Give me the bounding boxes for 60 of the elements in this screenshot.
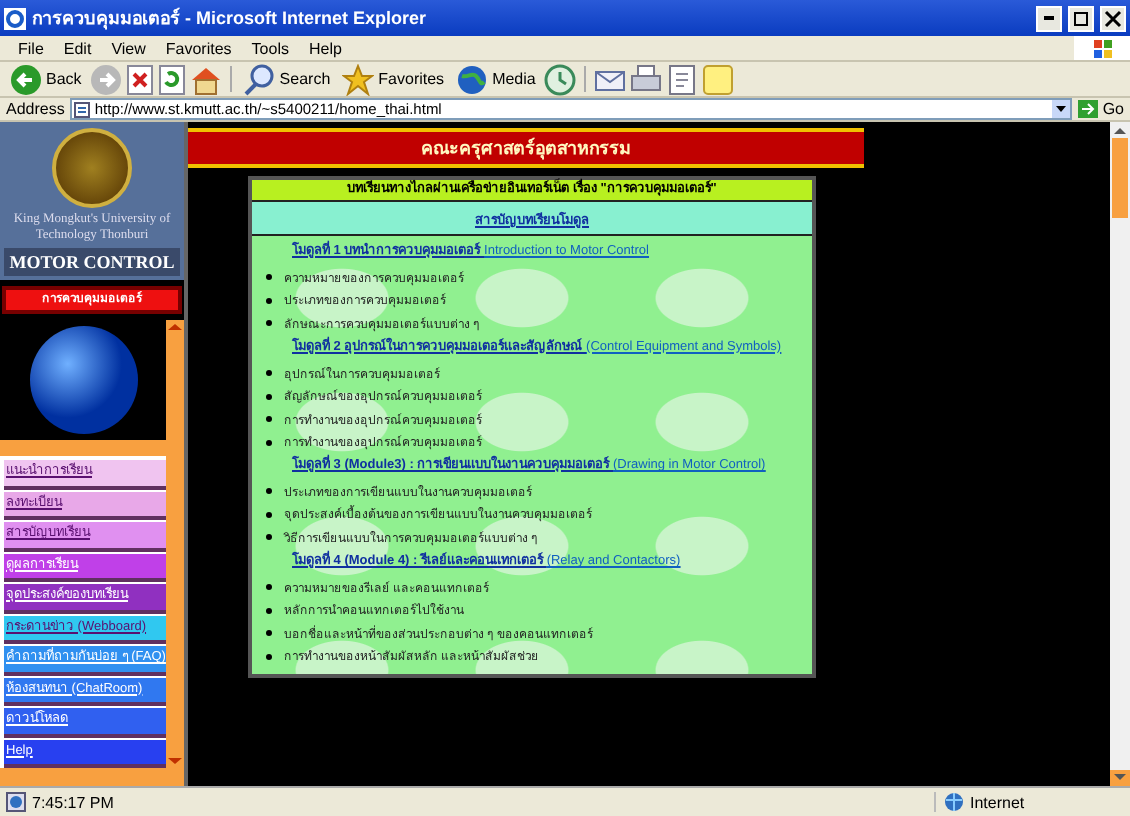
star-icon	[342, 63, 375, 95]
caret-icon	[1056, 106, 1067, 112]
globe-icon	[456, 63, 489, 95]
bullet-icon	[266, 584, 272, 591]
seal-emblem	[52, 128, 132, 208]
note-icon[interactable]	[701, 63, 734, 95]
page-icon	[74, 101, 91, 117]
bullet-icon	[266, 393, 272, 400]
refresh-icon[interactable]	[157, 63, 186, 95]
bullet-icon	[266, 274, 272, 281]
search-icon	[243, 63, 276, 95]
scrollbar-thumb[interactable]	[1112, 138, 1128, 218]
bullet-icon	[266, 320, 272, 327]
menu-item[interactable]: Favorites	[155, 39, 242, 57]
clock-icon[interactable]	[543, 63, 576, 95]
go-arrow-icon	[1078, 100, 1099, 118]
maximize-icon	[1072, 9, 1090, 27]
toolbar-button[interactable]: Favorites	[338, 63, 449, 95]
bullet-icon	[266, 511, 272, 518]
windows-flag-icon	[1093, 39, 1111, 57]
bullet-icon	[266, 534, 272, 541]
menu-item[interactable]: Help	[298, 39, 352, 57]
bullet-icon	[266, 630, 272, 637]
bullet-icon	[266, 488, 272, 495]
bullet-icon	[266, 370, 272, 377]
menu-item[interactable]: File	[8, 39, 54, 57]
home-icon[interactable]	[189, 63, 222, 95]
sphere-drawing	[27, 323, 139, 436]
globe-icon	[944, 792, 964, 812]
scroll-up-icon[interactable]	[166, 320, 184, 335]
scroll-down-icon[interactable]	[1110, 770, 1130, 786]
bullet-icon	[266, 297, 272, 304]
bullet-icon	[266, 439, 272, 446]
maximize-button[interactable]	[1068, 5, 1094, 31]
close-icon	[1104, 9, 1122, 27]
page-icon	[6, 792, 26, 812]
status-text: 7:45:17 PM	[32, 793, 114, 811]
course-title: MOTOR CONTROL	[4, 248, 180, 277]
address-label: Address	[6, 100, 65, 118]
go-button[interactable]: Go	[1078, 100, 1124, 118]
ie-logo-icon	[4, 7, 26, 29]
bullet-icon	[266, 653, 272, 660]
minimize-button[interactable]	[1036, 5, 1062, 31]
menu-item[interactable]: View	[101, 39, 156, 57]
menu-item[interactable]: Tools	[241, 39, 299, 57]
printer-icon[interactable]	[629, 63, 662, 95]
bullet-icon	[266, 416, 272, 423]
menu-item[interactable]: Edit	[53, 39, 102, 57]
toolbar-button[interactable]: Back	[6, 63, 86, 95]
stop-icon[interactable]	[125, 63, 154, 95]
faculty-banner: คณะครุศาสตร์อุตสาหกรรม	[188, 128, 864, 168]
bullet-icon	[266, 607, 272, 614]
close-button[interactable]	[1100, 5, 1126, 31]
minimize-icon	[1044, 16, 1054, 20]
dropdown-button[interactable]	[1052, 100, 1071, 118]
document-icon[interactable]	[665, 63, 698, 95]
window-title: การควบคุมมอเตอร์ - Microsoft Internet Explorer	[32, 5, 429, 32]
toolbar-button[interactable]: Media	[452, 63, 540, 95]
toolbar-button[interactable]: Search	[239, 63, 335, 95]
zone-label: Internet	[970, 793, 1025, 811]
